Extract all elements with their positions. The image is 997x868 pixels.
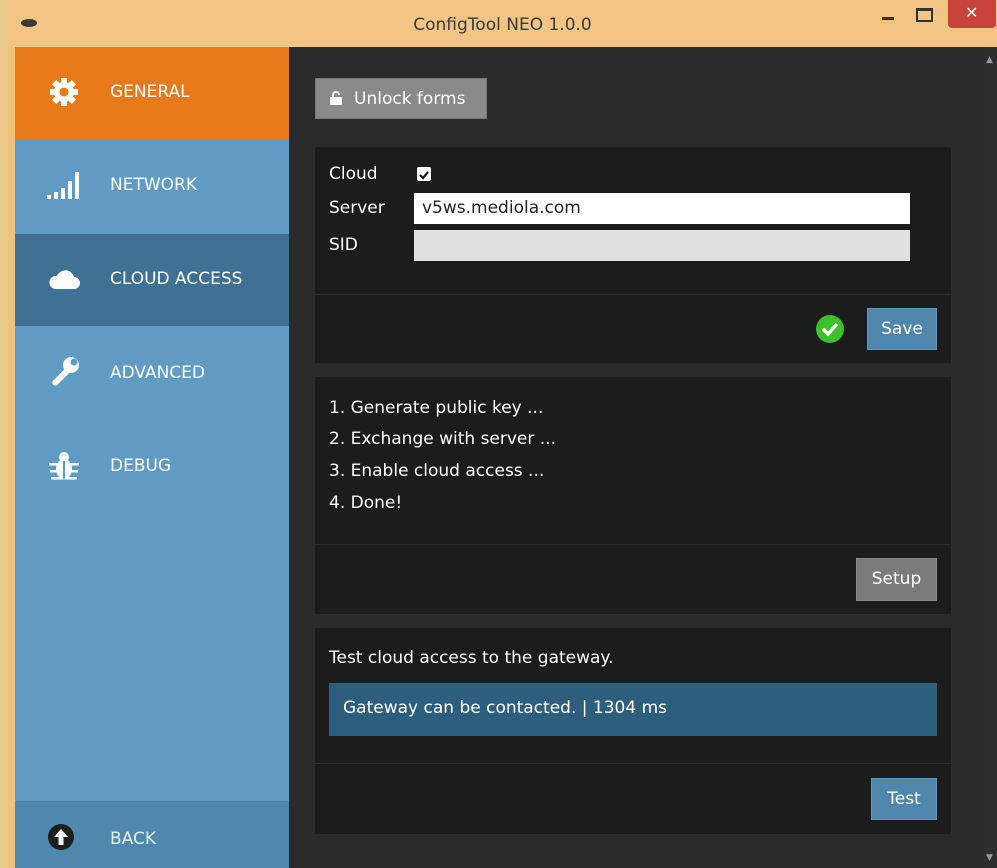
minimize-icon [882,17,894,20]
panel-divider [315,763,951,764]
sidebar-item-debug[interactable]: DEBUG [15,421,289,513]
cloud-label: Cloud [329,164,378,184]
title-bar: ConfigTool NEO 1.0.0 ✕ [8,0,997,47]
setup-step: 4. Done! [329,493,403,513]
close-icon: ✕ [965,3,979,22]
sid-label: SID [329,235,358,255]
checkmark-icon [419,171,429,180]
gear-icon [50,78,78,106]
test-panel: Test cloud access to the gateway. Gatewa… [315,628,951,834]
setup-step: 1. Generate public key ... [329,398,544,418]
save-button[interactable]: Save [867,308,937,350]
unlock-forms-label: Unlock forms [354,89,466,109]
minimize-button[interactable] [878,6,900,40]
test-result-text: Gateway can be contacted. | 1304 ms [343,698,667,718]
scroll-down-icon[interactable]: ▼ [986,853,993,863]
window-title: ConfigTool NEO 1.0.0 [413,15,592,35]
sid-input[interactable] [414,230,910,261]
sidebar-item-label: CLOUD ACCESS [110,269,243,289]
panel-divider [315,294,951,295]
lock-icon [330,91,342,105]
cloud-icon [49,270,80,289]
arrow-up-circle-icon [48,824,74,850]
scroll-up-icon[interactable]: ▲ [986,55,993,65]
cloud-settings-panel: Cloud Server v5ws.mediola.com SID Save [315,147,951,363]
check-circle-icon [816,315,844,343]
sidebar-item-label: ADVANCED [110,363,206,383]
sidebar-item-cloud-access[interactable]: CLOUD ACCESS [15,234,289,326]
cloud-checkbox[interactable] [417,167,431,181]
test-description: Test cloud access to the gateway. [329,648,614,668]
sidebar-item-general[interactable]: GENERAL [15,47,289,139]
setup-step: 3. Enable cloud access ... [329,461,545,481]
signal-bars-icon [47,172,79,199]
scrollbar[interactable]: ▲ ▼ [984,47,997,868]
sidebar-item-label: DEBUG [110,456,172,476]
panel-divider [315,544,951,545]
setup-panel: 1. Generate public key ... 2. Exchange w… [315,377,951,614]
wrench-icon [52,357,79,386]
server-label: Server [329,198,385,218]
maximize-icon [916,8,933,22]
unlock-forms-button[interactable]: Unlock forms [315,78,487,119]
app-window: ConfigTool NEO 1.0.0 ✕ GENERAL NETWORK C… [8,0,997,868]
sidebar-item-label: NETWORK [110,175,197,195]
back-label: BACK [110,829,157,849]
back-button[interactable]: BACK [15,802,289,868]
sidebar: GENERAL NETWORK CLOUD ACCESS ADVANCED DE… [15,47,289,868]
sidebar-item-label: GENERAL [110,82,190,102]
setup-step: 2. Exchange with server ... [329,429,556,449]
close-button[interactable]: ✕ [948,0,996,28]
maximize-button[interactable] [913,6,937,40]
test-result-banner: Gateway can be contacted. | 1304 ms [329,683,937,736]
test-button[interactable]: Test [871,778,937,820]
sidebar-item-network[interactable]: NETWORK [15,140,289,232]
setup-button[interactable]: Setup [856,558,937,601]
sidebar-item-advanced[interactable]: ADVANCED [15,328,289,420]
server-input[interactable]: v5ws.mediola.com [414,193,910,224]
bug-icon [49,452,79,480]
